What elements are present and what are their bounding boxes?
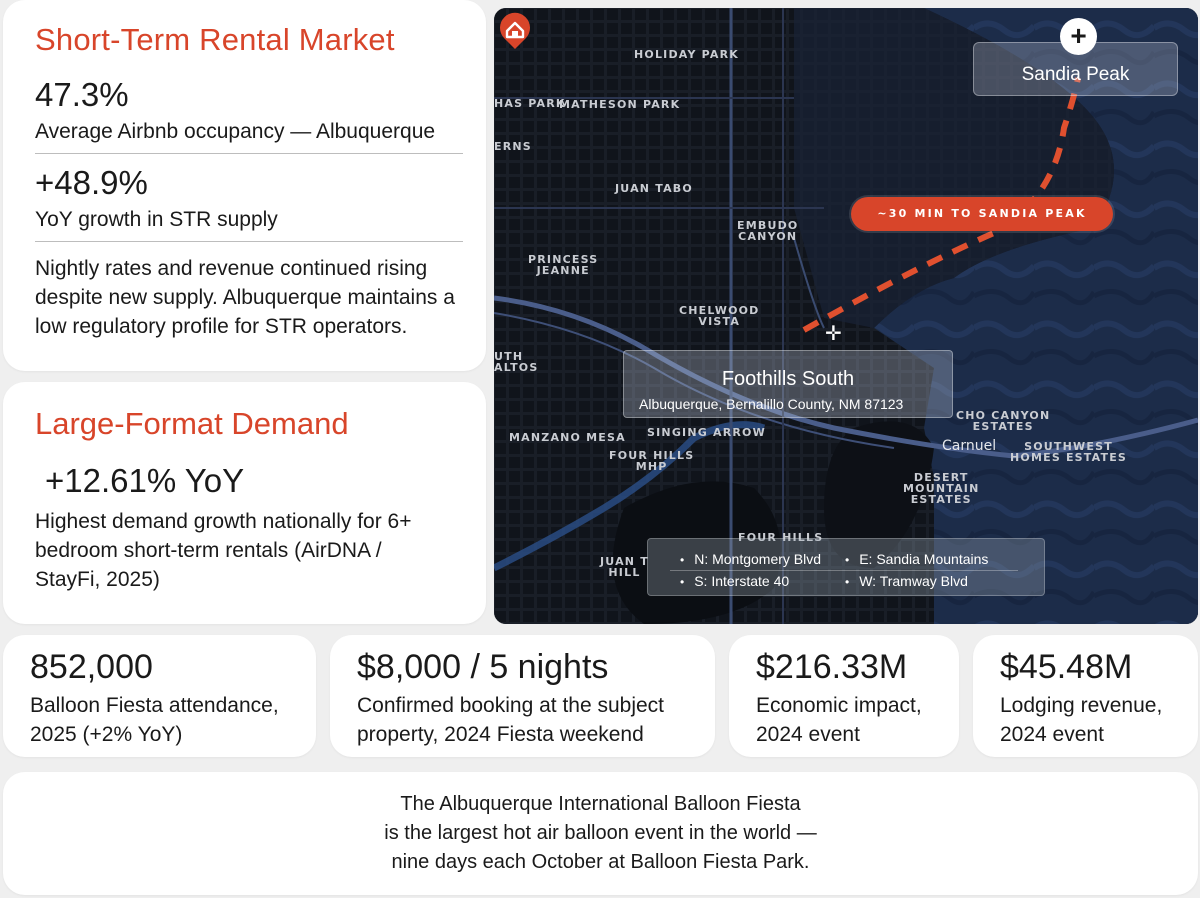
large-format-value: +12.61% YoY <box>45 462 245 499</box>
stat-card-economic-impact: $216.33M Economic impact, 2024 event <box>729 635 959 757</box>
map-label-southwest-homes: SOUTHWEST HOMES ESTATES <box>1010 440 1128 464</box>
map-label-holiday-park: HOLIDAY PARK <box>634 48 740 61</box>
map-label-chelwood-vista: CHELWOOD VISTA <box>679 304 760 328</box>
crosshair-icon: ✛ <box>825 323 842 345</box>
map-label-desert-mountain: DESERT MOUNTAIN ESTATES <box>903 471 980 506</box>
stat-value: 852,000 <box>30 648 153 686</box>
str-market-card: Short-Term Rental Market 47.3% Average A… <box>3 0 486 371</box>
map-label-echo-canyon: CHO CANYON ESTATES <box>956 409 1051 433</box>
stat-value: $8,000 / 5 nights <box>357 648 609 686</box>
map-label-matheson-park: MATHESON PARK <box>559 98 681 111</box>
boundaries-panel: N: Montgomery Blvd E: Sandia Mountains S… <box>647 538 1045 596</box>
stat-card-lodging-revenue: $45.48M Lodging revenue, 2024 event <box>973 635 1198 757</box>
stat-value: $216.33M <box>756 648 908 686</box>
boundary-west: W: Tramway Blvd <box>845 573 968 589</box>
boundary-north: N: Montgomery Blvd <box>680 551 821 567</box>
map-label-four-hills-mhp: FOUR HILLS MHP <box>609 449 695 473</box>
boundary-east: E: Sandia Mountains <box>845 551 988 567</box>
property-neighborhood: Foothills South <box>721 368 855 390</box>
map-label-manzano-mesa: MANZANO MESA <box>509 431 626 444</box>
occupancy-value: 47.3% <box>35 76 129 113</box>
balloon-fiesta-note: The Albuquerque International Balloon Fi… <box>3 772 1198 895</box>
map-label-ferns: ERNS <box>494 140 532 153</box>
divider <box>35 241 463 243</box>
str-market-title: Short-Term Rental Market <box>35 22 395 57</box>
footer-line: is the largest hot air balloon event in … <box>384 822 817 844</box>
footer-line: The Albuquerque International Balloon Fi… <box>400 793 801 815</box>
map-label-princess-jeanne: PRINCESS JEANNE <box>528 253 599 277</box>
map-label-singing-arrow: SINGING ARROW <box>647 426 766 439</box>
divider <box>670 570 1018 571</box>
occupancy-label: Average Airbnb occupancy — Albuquerque <box>35 120 436 143</box>
large-format-paragraph: Highest demand growth nationally for 6+ … <box>35 510 412 591</box>
divider <box>35 153 463 155</box>
stat-card-attendance: 852,000 Balloon Fiesta attendance, 2025 … <box>3 635 316 757</box>
large-format-title: Large-Format Demand <box>35 406 349 441</box>
property-address: Albuquerque, Bernalillo County, NM 87123 <box>639 396 904 412</box>
property-callout[interactable]: Foothills South Albuquerque, Bernalillo … <box>623 350 953 418</box>
stat-description: Lodging revenue, 2024 event <box>1000 694 1163 746</box>
supply-growth-label: YoY growth in STR supply <box>35 208 278 232</box>
map-label-thomas-park: HAS PARK <box>494 97 566 110</box>
str-market-paragraph: Nightly rates and revenue continued risi… <box>35 257 455 339</box>
home-pin-icon[interactable] <box>494 8 536 50</box>
boundary-south: S: Interstate 40 <box>680 573 789 589</box>
neighborhood-map[interactable]: HOLIDAY PARK HAS PARK MATHESON PARK ERNS… <box>494 8 1198 624</box>
map-label-juan-tabo-hills: JUAN T HILL <box>600 555 649 579</box>
map-label-embudo-canyon: EMBUDO CANYON <box>737 219 799 243</box>
map-label-carnuel: Carnuel <box>942 438 997 454</box>
stat-card-booking: $8,000 / 5 nights Confirmed booking at t… <box>330 635 715 757</box>
supply-growth-value: +48.9% <box>35 164 148 202</box>
stat-description: Economic impact, 2024 event <box>756 694 922 746</box>
stat-description: Balloon Fiesta attendance, 2025 (+2% YoY… <box>30 694 279 746</box>
large-format-card: Large-Format Demand +12.61% YoY Highest … <box>3 382 486 624</box>
footer-line: nine days each October at Balloon Fiesta… <box>391 851 810 873</box>
stat-description: Confirmed booking at the subject propert… <box>357 694 665 746</box>
drive-time-badge: ~30 MIN TO SANDIA PEAK <box>851 197 1113 231</box>
plus-icon[interactable]: + <box>1060 18 1097 55</box>
sandia-peak-label: Sandia Peak <box>1021 64 1130 85</box>
map-label-south-los-altos: UTH ALTOS <box>494 350 539 374</box>
map-label-juan-tabo: JUAN TABO <box>615 182 693 195</box>
stat-value: $45.48M <box>1000 648 1133 686</box>
